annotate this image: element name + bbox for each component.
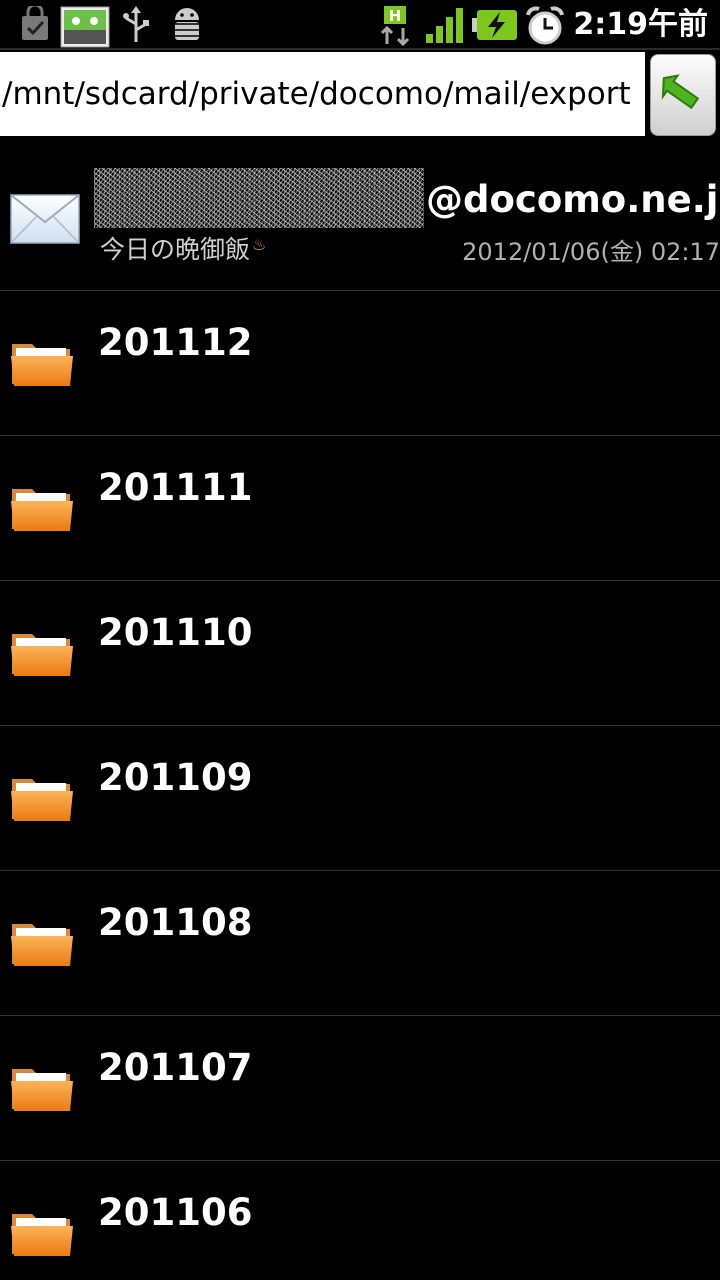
folder-icon [10,918,74,972]
folder-icon [10,483,74,537]
folder-name: 201110 [98,611,253,654]
redacted-sender [94,168,424,228]
status-bar: H 2:19午前 [0,0,720,50]
hsdpa-data-icon: H [378,6,412,47]
folder-icon [10,1208,74,1262]
mail-date: 2012/01/06(金) 02:17 [462,238,720,266]
mail-subject: 今日の晩御飯 ♨ [100,230,266,266]
folder-item[interactable]: 201112 [0,291,720,436]
folder-icon [10,338,74,392]
usb-icon [120,6,152,44]
folder-item[interactable]: 201106 [0,1161,720,1280]
go-button[interactable] [650,54,716,136]
signal-icon [425,6,467,44]
emoji-icon: ♨ [252,235,267,254]
status-time: 2:19午前 [573,7,708,42]
mail-item[interactable]: @docomo.ne.jp 今日の晩御飯 ♨ 2012/01/06(金) 02:1… [0,146,720,291]
path-input[interactable] [0,52,645,136]
android-debug-icon [166,6,208,44]
notification-app-icon [60,6,110,48]
folder-name: 201106 [98,1191,253,1234]
mail-sender-domain: @docomo.ne.jp [426,178,720,221]
folder-name: 201112 [98,321,253,364]
folder-item[interactable]: 201109 [0,726,720,871]
mail-subject-text: 今日の晩御飯 [100,235,251,264]
task-check-icon [20,3,50,44]
folder-item[interactable]: 201108 [0,871,720,1016]
folder-icon [10,773,74,827]
mail-envelope-icon [10,194,80,248]
folder-name: 201111 [98,466,253,509]
svg-text:H: H [389,7,402,25]
folder-item[interactable]: 201110 [0,581,720,726]
folder-name: 201108 [98,901,253,944]
file-list: @docomo.ne.jp 今日の晩御飯 ♨ 2012/01/06(金) 02:1… [0,146,720,1280]
folder-icon [10,1063,74,1117]
go-arrow-icon [661,74,700,110]
folder-item[interactable]: 201111 [0,436,720,581]
folder-icon [10,628,74,682]
folder-item[interactable]: 201107 [0,1016,720,1161]
path-bar [0,52,720,138]
battery-charging-icon [472,6,518,44]
alarm-icon [524,6,566,45]
folder-name: 201109 [98,756,253,799]
folder-name: 201107 [98,1046,253,1089]
